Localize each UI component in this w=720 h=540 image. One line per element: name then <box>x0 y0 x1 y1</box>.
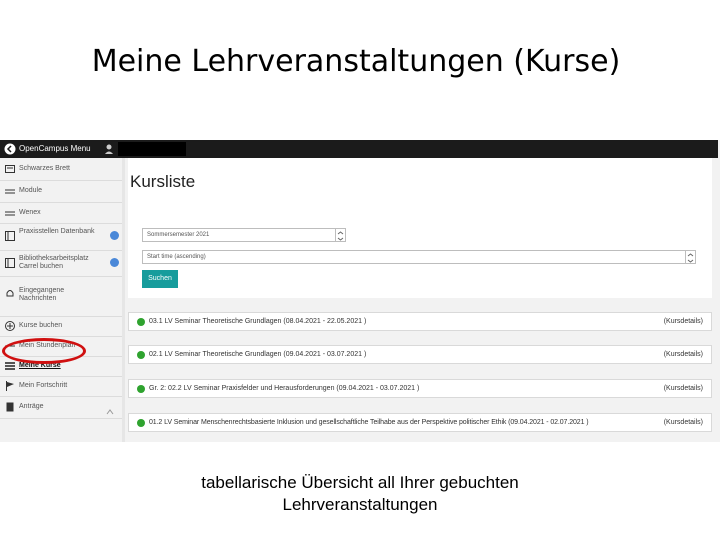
sidebar-item-wenex[interactable]: Wenex <box>0 202 122 224</box>
status-dot <box>137 351 145 359</box>
list-icon <box>5 189 15 194</box>
scroll-up-icon[interactable] <box>106 408 114 416</box>
course-details-link[interactable]: (Kursdetails) <box>664 351 703 358</box>
sidebar-item-label: Wenex <box>19 209 41 216</box>
sort-select-value: Start time (ascending) <box>147 254 206 260</box>
library-icon <box>5 258 15 268</box>
menu-icon[interactable] <box>4 143 16 155</box>
user-name-redacted <box>118 142 186 156</box>
sidebar-item-label: Eingegangene Nachrichten <box>19 287 65 302</box>
sidebar-item-label: Kurse buchen <box>19 322 63 329</box>
plus-circle-icon <box>5 321 15 331</box>
search-panel: Kursliste Sommersemester 2021 Start time… <box>128 158 712 298</box>
flag-icon <box>6 381 14 391</box>
sidebar-item-module[interactable]: Module <box>0 180 122 203</box>
course-details-link[interactable]: (Kursdetails) <box>664 318 703 325</box>
status-dot <box>137 385 145 393</box>
sidebar: Schwarzes Brett Module Wenex Praxisstell… <box>0 158 125 442</box>
bulletin-icon <box>5 165 15 173</box>
highlight-circle <box>2 338 86 364</box>
course-title[interactable]: 01.2 LV Seminar Menschenrechtsbasierte I… <box>149 419 589 426</box>
chevron-down-icon <box>685 251 695 263</box>
status-dot <box>137 318 145 326</box>
sidebar-item-kurse-buchen[interactable]: Kurse buchen <box>0 316 122 337</box>
course-details-link[interactable]: (Kursdetails) <box>661 419 703 426</box>
screenshot-frame: OpenCampus Menu Schwarzes Brett Module W… <box>0 140 720 442</box>
semester-select[interactable]: Sommersemester 2021 <box>142 228 346 242</box>
status-dot <box>137 419 145 427</box>
course-row[interactable]: 01.2 LV Seminar Menschenrechtsbasierte I… <box>128 413 712 432</box>
sidebar-item-nachrichten[interactable]: Eingegangene Nachrichten <box>0 276 122 317</box>
course-row[interactable]: 02.1 LV Seminar Theoretische Grundlagen … <box>128 345 712 364</box>
slide-caption: tabellarische Übersicht all Ihrer gebuch… <box>0 472 720 516</box>
caption-line-2: Lehrveranstaltungen <box>282 495 438 514</box>
sidebar-item-praxisstellen[interactable]: Praxisstellen Datenbank <box>0 223 122 251</box>
user-icon[interactable] <box>104 143 114 155</box>
chevron-down-icon[interactable] <box>110 258 119 267</box>
sidebar-item-bibliothek[interactable]: Bibliotheksarbeitsplatz Carrel buchen <box>0 250 122 277</box>
search-button[interactable]: Suchen <box>142 270 178 288</box>
document-icon <box>6 402 14 412</box>
sidebar-item-label: Module <box>19 187 42 194</box>
course-title[interactable]: 03.1 LV Seminar Theoretische Grundlagen … <box>149 318 366 325</box>
sidebar-scrollbar[interactable] <box>122 158 125 442</box>
top-bar: OpenCampus Menu <box>0 140 718 158</box>
sidebar-item-label: Praxisstellen Datenbank <box>19 228 95 235</box>
course-details-link[interactable]: (Kursdetails) <box>664 385 703 392</box>
list-icon <box>5 362 15 370</box>
slide-title: Meine Lehrveranstaltungen (Kurse) <box>91 44 621 79</box>
course-title[interactable]: Gr. 2: 02.2 LV Seminar Praxisfelder und … <box>149 385 419 392</box>
chevron-down-icon[interactable] <box>110 231 119 240</box>
sidebar-item-label: Anträge <box>19 403 44 410</box>
sidebar-item-label: Bibliotheksarbeitsplatz Carrel buchen <box>19 255 89 270</box>
sort-select[interactable]: Start time (ascending) <box>142 250 696 264</box>
main-content: Kursliste Sommersemester 2021 Start time… <box>128 158 716 442</box>
page-title: Kursliste <box>130 172 196 191</box>
course-row[interactable]: Gr. 2: 02.2 LV Seminar Praxisfelder und … <box>128 379 712 398</box>
menu-label[interactable]: OpenCampus Menu <box>19 144 91 153</box>
bell-icon <box>6 290 14 297</box>
chevron-down-icon <box>335 229 345 241</box>
list-icon <box>5 211 15 216</box>
database-icon <box>5 231 15 241</box>
course-row[interactable]: 03.1 LV Seminar Theoretische Grundlagen … <box>128 312 712 331</box>
semester-select-value: Sommersemester 2021 <box>147 232 210 238</box>
caption-line-1: tabellarische Übersicht all Ihrer gebuch… <box>201 473 519 492</box>
sidebar-item-antraege[interactable]: Anträge <box>0 396 122 419</box>
course-title[interactable]: 02.1 LV Seminar Theoretische Grundlagen … <box>149 351 366 358</box>
sidebar-item-label: Schwarzes Brett <box>19 165 70 172</box>
sidebar-item-schwarzes-brett[interactable]: Schwarzes Brett <box>0 158 122 181</box>
sidebar-item-label: Mein Fortschritt <box>19 382 68 389</box>
sidebar-item-fortschritt[interactable]: Mein Fortschritt <box>0 376 122 397</box>
